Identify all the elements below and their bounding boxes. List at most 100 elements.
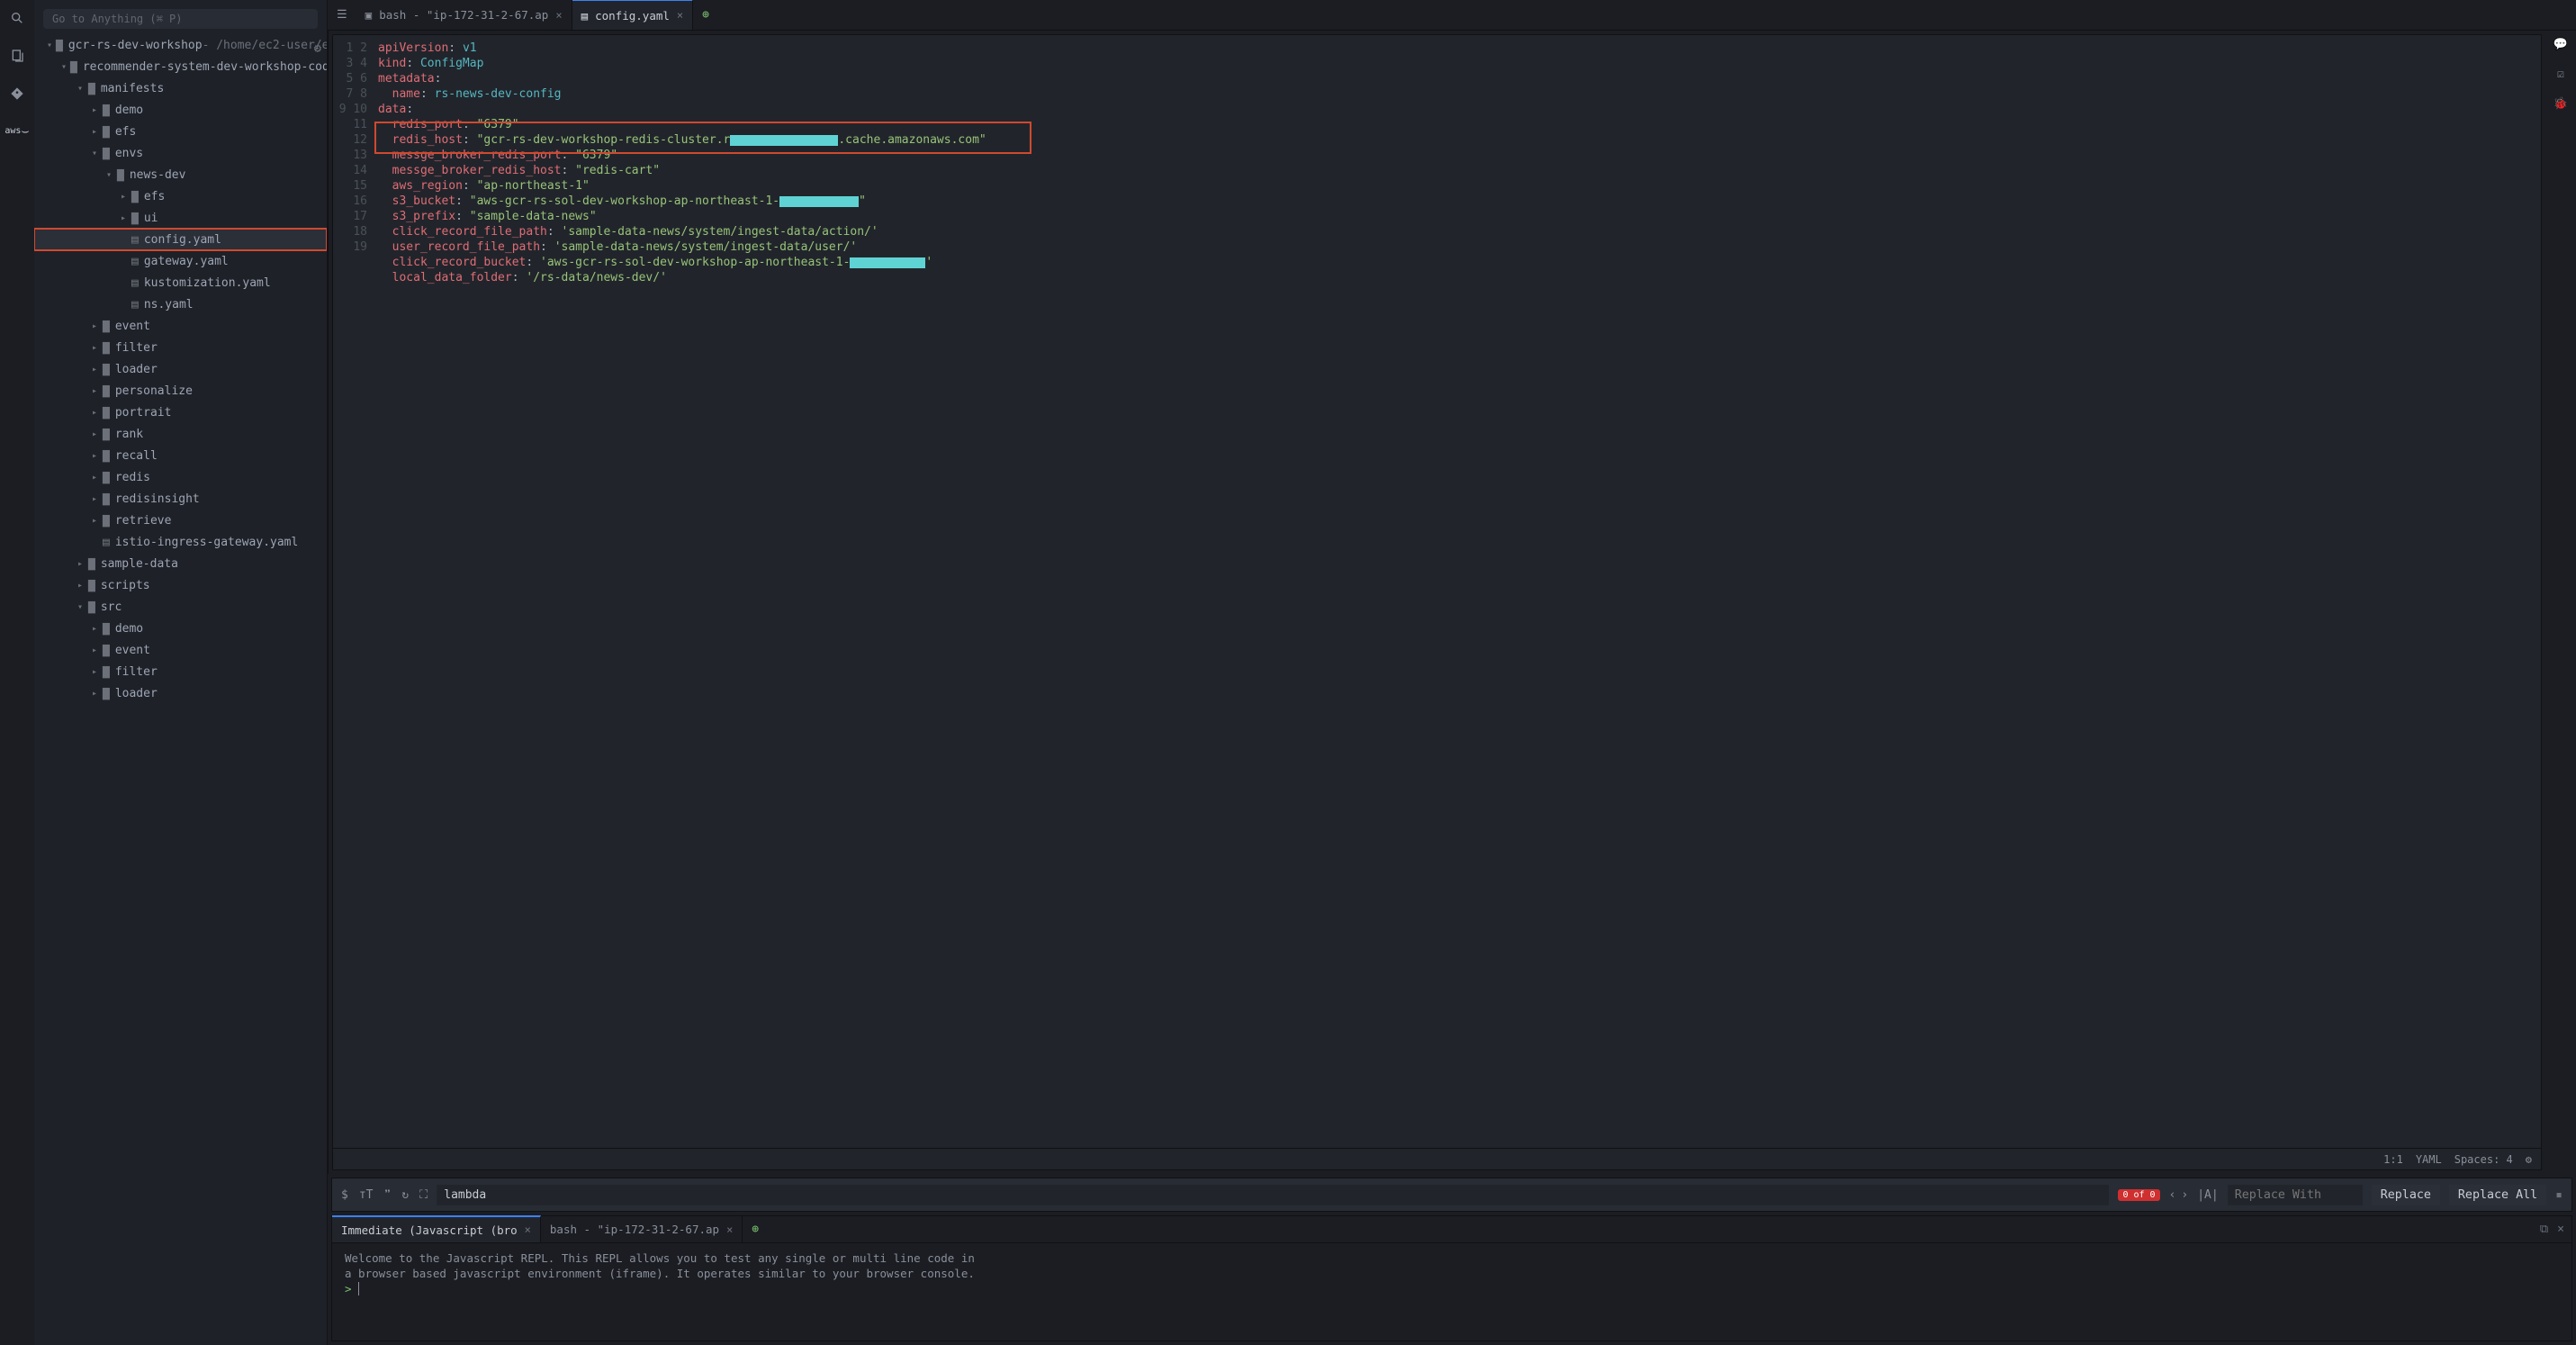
tree-file[interactable]: ▤gateway.yaml [34,250,327,272]
tree-folder[interactable]: ▾▇envs [34,142,327,164]
tree-label: filter [115,665,158,679]
comment-icon[interactable]: 💬 [2553,38,2568,51]
dollar-icon[interactable]: $ [341,1188,348,1202]
chevron-right-icon: ▸ [90,408,99,418]
tree-folder[interactable]: ▸▇loader [34,682,327,704]
tree-label: recall [115,449,158,463]
tree-folder[interactable]: ▸▇event [34,315,327,337]
folder-icon: ▇ [103,104,110,117]
tree-folder[interactable]: ▾▇src [34,596,327,618]
indent-mode[interactable]: Spaces: 4 [2454,1153,2513,1166]
sync-icon[interactable]: ↻ [401,1188,409,1202]
tree-folder[interactable]: ▾▇gcr-rs-dev-workshop - /home/ec2-user/e… [34,34,327,56]
tree-label: redis [115,471,150,484]
new-tab-button[interactable]: ⊕ [693,0,718,30]
tree-folder[interactable]: ▸▇redisinsight [34,488,327,510]
editor-tab[interactable]: ▤config.yaml× [572,0,694,30]
search-icon[interactable] [8,9,26,27]
tree-folder[interactable]: ▸▇efs [34,121,327,142]
extra-icon[interactable]: ▪ [2555,1188,2562,1202]
chevron-right-icon: ▸ [76,559,85,569]
case-icon[interactable]: тT [359,1188,374,1202]
new-panel-tab[interactable]: ⊕ [743,1216,768,1242]
tree-label: manifests [101,82,164,95]
close-icon[interactable]: × [677,9,683,22]
folder-icon: ▇ [103,492,110,506]
popout-icon[interactable]: ⧉ [2540,1223,2548,1236]
tree-folder[interactable]: ▸▇rank [34,423,327,445]
chevron-right-icon: ▸ [90,105,99,115]
fullscreen-icon[interactable]: ⛶ [419,1188,428,1202]
cursor-position: 1:1 [2383,1153,2403,1166]
language-mode[interactable]: YAML [2416,1153,2442,1166]
tree-label: kustomization.yaml [144,276,271,290]
bug-icon[interactable]: 🐞 [2553,97,2568,111]
quote-icon[interactable]: ❞ [383,1188,391,1202]
git-icon[interactable] [8,85,26,103]
tree-folder[interactable]: ▾▇manifests [34,77,327,99]
tree-folder[interactable]: ▸▇filter [34,337,327,358]
folder-icon: ▇ [117,168,124,182]
file-icon: ▤ [103,536,110,549]
tree-folder[interactable]: ▸▇filter [34,661,327,682]
activity-bar: aws⌣ [0,0,34,1345]
tree-folder[interactable]: ▸▇scripts [34,574,327,596]
tree-folder[interactable]: ▸▇efs [34,185,327,207]
tree-label: demo [115,104,143,117]
repl-line: a browser based javascript environment (… [345,1266,2559,1281]
file-tree-sidebar: Go to Anything (⌘ P) ⚙ ▾▇gcr-rs-dev-work… [34,0,328,1345]
tree-folder[interactable]: ▸▇recall [34,445,327,466]
find-prev-icon[interactable]: ‹ [2169,1188,2176,1202]
tree-folder[interactable]: ▸ ▇ demo [34,99,327,121]
checklist-icon[interactable]: ☑ [2557,68,2564,81]
files-icon[interactable] [8,47,26,65]
tree-folder[interactable]: ▸▇loader [34,358,327,380]
close-icon[interactable]: × [525,1223,531,1236]
tree-file[interactable]: ▤config.yaml [34,229,327,250]
editor-area: ☰ ▣bash - "ip-172-31-2-67.ap×▤config.yam… [328,0,2576,1345]
tree-label: filter [115,341,158,355]
find-input[interactable] [437,1185,2109,1205]
tree-folder[interactable]: ▾▇recommender-system-dev-workshop-code [34,56,327,77]
status-bar: 1:1 YAML Spaces: 4 ⚙ [333,1148,2541,1169]
replace-all-button[interactable]: Replace All [2449,1185,2546,1205]
tree-folder[interactable]: ▸▇portrait [34,402,327,423]
tree-file[interactable]: ▤kustomization.yaml [34,272,327,293]
tree-folder[interactable]: ▸▇retrieve [34,510,327,531]
folder-icon: ▇ [103,384,110,398]
editor-tab[interactable]: ▣bash - "ip-172-31-2-67.ap× [356,0,572,30]
tree-folder[interactable]: ▸▇sample-data [34,553,327,574]
tree-folder[interactable]: ▸▇event [34,639,327,661]
tree-folder[interactable]: ▸▇ui [34,207,327,229]
aws-icon[interactable]: aws⌣ [8,122,26,140]
find-next-icon[interactable]: › [2181,1188,2188,1202]
folder-icon: ▇ [103,622,110,636]
chevron-down-icon: ▾ [76,84,85,94]
code-editor[interactable]: apiVersion: v1 kind: ConfigMap metadata:… [378,41,2541,1148]
tree-folder[interactable]: ▸▇demo [34,618,327,639]
chevron-down-icon: ▾ [90,149,99,158]
close-icon[interactable]: × [726,1223,733,1236]
close-icon[interactable]: × [2557,1223,2564,1236]
replace-input[interactable] [2228,1185,2363,1205]
tree-folder[interactable]: ▸▇redis [34,466,327,488]
tree-label: redisinsight [115,492,200,506]
word-icon[interactable]: |A| [2197,1188,2218,1202]
goto-anything[interactable]: Go to Anything (⌘ P) [43,9,318,29]
tree-label: scripts [101,579,150,592]
gear-icon[interactable]: ⚙ [314,41,321,56]
replace-button[interactable]: Replace [2372,1185,2440,1205]
panel-tab[interactable]: bash - "ip-172-31-2-67.ap× [541,1216,743,1242]
tree-folder[interactable]: ▾▇news-dev [34,164,327,185]
tree-folder[interactable]: ▸▇personalize [34,380,327,402]
folder-icon: ▇ [131,212,139,225]
close-icon[interactable]: × [555,9,562,22]
line-gutter: 1 2 3 4 5 6 7 8 9 10 11 12 13 14 15 16 1… [333,41,378,1148]
panel-tab[interactable]: Immediate (Javascript (bro× [332,1215,541,1242]
tree-file[interactable]: ▤istio-ingress-gateway.yaml [34,531,327,553]
menu-icon[interactable]: ☰ [328,0,356,30]
repl-output[interactable]: Welcome to the Javascript REPL. This REP… [332,1243,2571,1340]
tree-file[interactable]: ▤ns.yaml [34,293,327,315]
tree-label: personalize [115,384,193,398]
gear-icon[interactable]: ⚙ [2526,1153,2532,1166]
